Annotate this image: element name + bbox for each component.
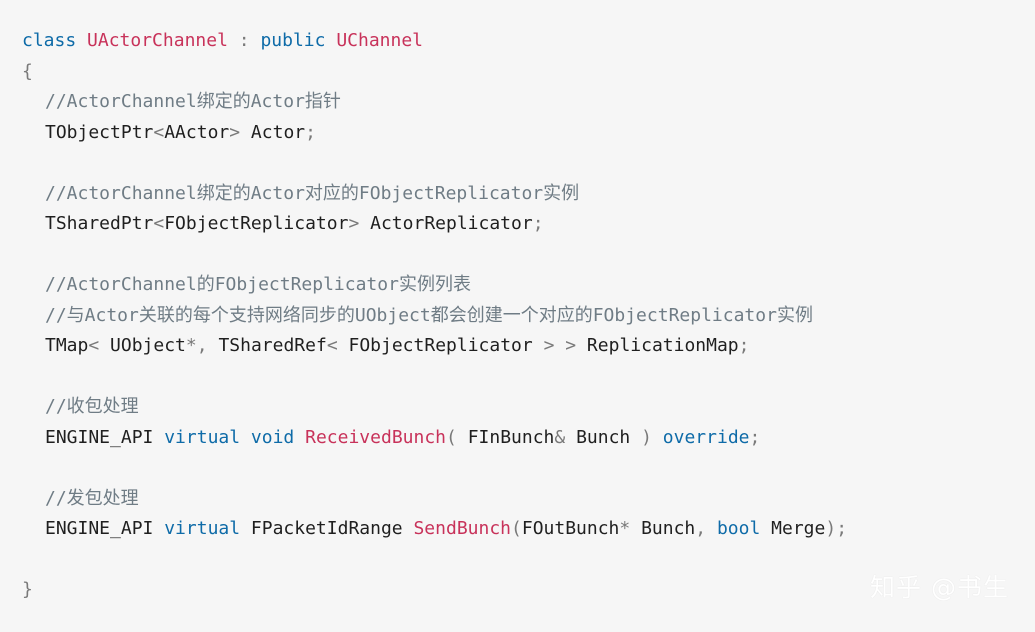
param-type: FInBunch	[456, 426, 555, 448]
angle-close: >	[543, 335, 555, 356]
angle-open: <	[326, 335, 338, 356]
angle-open: <	[153, 121, 165, 143]
base-class-name: UChannel	[336, 30, 424, 51]
code-line-comment: //ActorChannel绑定的Actor指针	[22, 87, 1002, 118]
comment: //收包处理	[45, 396, 139, 417]
member-name: ActorReplicator	[359, 213, 533, 234]
api-macro: ENGINE_API	[45, 426, 165, 448]
keyword-public: public	[260, 30, 326, 51]
keyword-override: override	[662, 426, 750, 448]
code-line-send-bunch-declaration: ENGINE_API virtual FPacketIdRange SendBu…	[22, 514, 1002, 545]
function-name: ReceivedBunch	[305, 426, 447, 448]
paren-close: )	[641, 426, 652, 448]
code-block: class UActorChannel : public UChannel { …	[22, 26, 1002, 606]
param-name: Bunch	[630, 518, 696, 539]
pointer-star: *	[185, 335, 197, 356]
comma: ,	[196, 335, 219, 356]
type-name: FObjectReplicator	[164, 213, 349, 234]
keyword-class: class	[22, 30, 77, 51]
type-name: TSharedRef	[218, 335, 327, 356]
comment: //发包处理	[45, 487, 139, 509]
angle-open: <	[153, 213, 165, 234]
type-name: TObjectPtr	[45, 121, 154, 143]
api-macro: ENGINE_API	[45, 518, 165, 539]
return-type: FPacketIdRange	[240, 518, 414, 539]
semicolon: ;	[836, 518, 848, 539]
type-name: AActor	[164, 121, 230, 143]
type-name: FObjectReplicator	[337, 335, 544, 356]
code-line-actor-replicator-member: TSharedPtr<FObjectReplicator> ActorRepli…	[22, 209, 1002, 240]
param-name: Bunch	[565, 426, 642, 448]
angle-close: >	[229, 121, 241, 143]
code-line-received-bunch-declaration: ENGINE_API virtual void ReceivedBunch( F…	[22, 423, 1002, 454]
comment: //ActorChannel的FObjectReplicator实例列表	[45, 274, 471, 295]
watermark: 知乎 @书生	[870, 573, 1009, 602]
angle-close: >	[565, 335, 577, 356]
code-line-comment: //ActorChannel的FObjectReplicator实例列表	[22, 270, 1002, 301]
code-line-replication-map-member: TMap< UObject*, TSharedRef< FObjectRepli…	[22, 331, 1002, 362]
member-name: ReplicationMap	[576, 335, 739, 356]
paren-open: (	[446, 426, 457, 448]
semicolon: ;	[738, 335, 750, 356]
angle-open: <	[88, 335, 100, 356]
code-line-comment: //ActorChannel绑定的Actor对应的FObjectReplicat…	[22, 179, 1002, 210]
paren-open: (	[511, 518, 522, 539]
class-name: UActorChannel	[87, 30, 228, 51]
ampersand: &	[554, 426, 566, 448]
semicolon: ;	[305, 121, 316, 143]
param-name: Merge	[760, 518, 826, 539]
keyword-void: void	[250, 426, 295, 448]
keyword-virtual: virtual	[164, 426, 241, 448]
code-line-open-brace: {	[22, 57, 1002, 88]
comment: //ActorChannel绑定的Actor指针	[45, 91, 341, 112]
close-brace: }	[22, 579, 33, 600]
keyword-virtual: virtual	[164, 518, 241, 539]
code-line-close-brace: }	[22, 575, 1002, 606]
type-name: UObject	[99, 335, 186, 356]
type-name: TSharedPtr	[45, 213, 154, 234]
keyword-bool: bool	[716, 518, 761, 539]
code-line-comment: //收包处理	[22, 392, 1002, 423]
pointer-star: *	[619, 518, 631, 539]
comment: //ActorChannel绑定的Actor对应的FObjectReplicat…	[45, 182, 580, 204]
inheritance-colon: :	[227, 30, 261, 51]
member-name: Actor	[240, 121, 306, 143]
code-line-comment: //发包处理	[22, 484, 1002, 515]
semicolon: ;	[749, 426, 761, 448]
type-name: TMap	[45, 335, 89, 356]
paren-close: )	[825, 518, 837, 539]
open-brace: {	[22, 60, 33, 82]
angle-close: >	[348, 213, 360, 234]
semicolon: ;	[532, 213, 544, 234]
code-line-class-declaration: class UActorChannel : public UChannel	[22, 26, 1002, 57]
comma: ,	[695, 518, 707, 539]
code-line-comment: //与Actor关联的每个支持网络同步的UObject都会创建一个对应的FObj…	[22, 301, 1002, 332]
comment: //与Actor关联的每个支持网络同步的UObject都会创建一个对应的FObj…	[45, 304, 813, 326]
param-type: FOutBunch	[521, 518, 620, 539]
code-line-actor-member: TObjectPtr<AActor> Actor;	[22, 118, 1002, 149]
function-name: SendBunch	[413, 518, 512, 539]
